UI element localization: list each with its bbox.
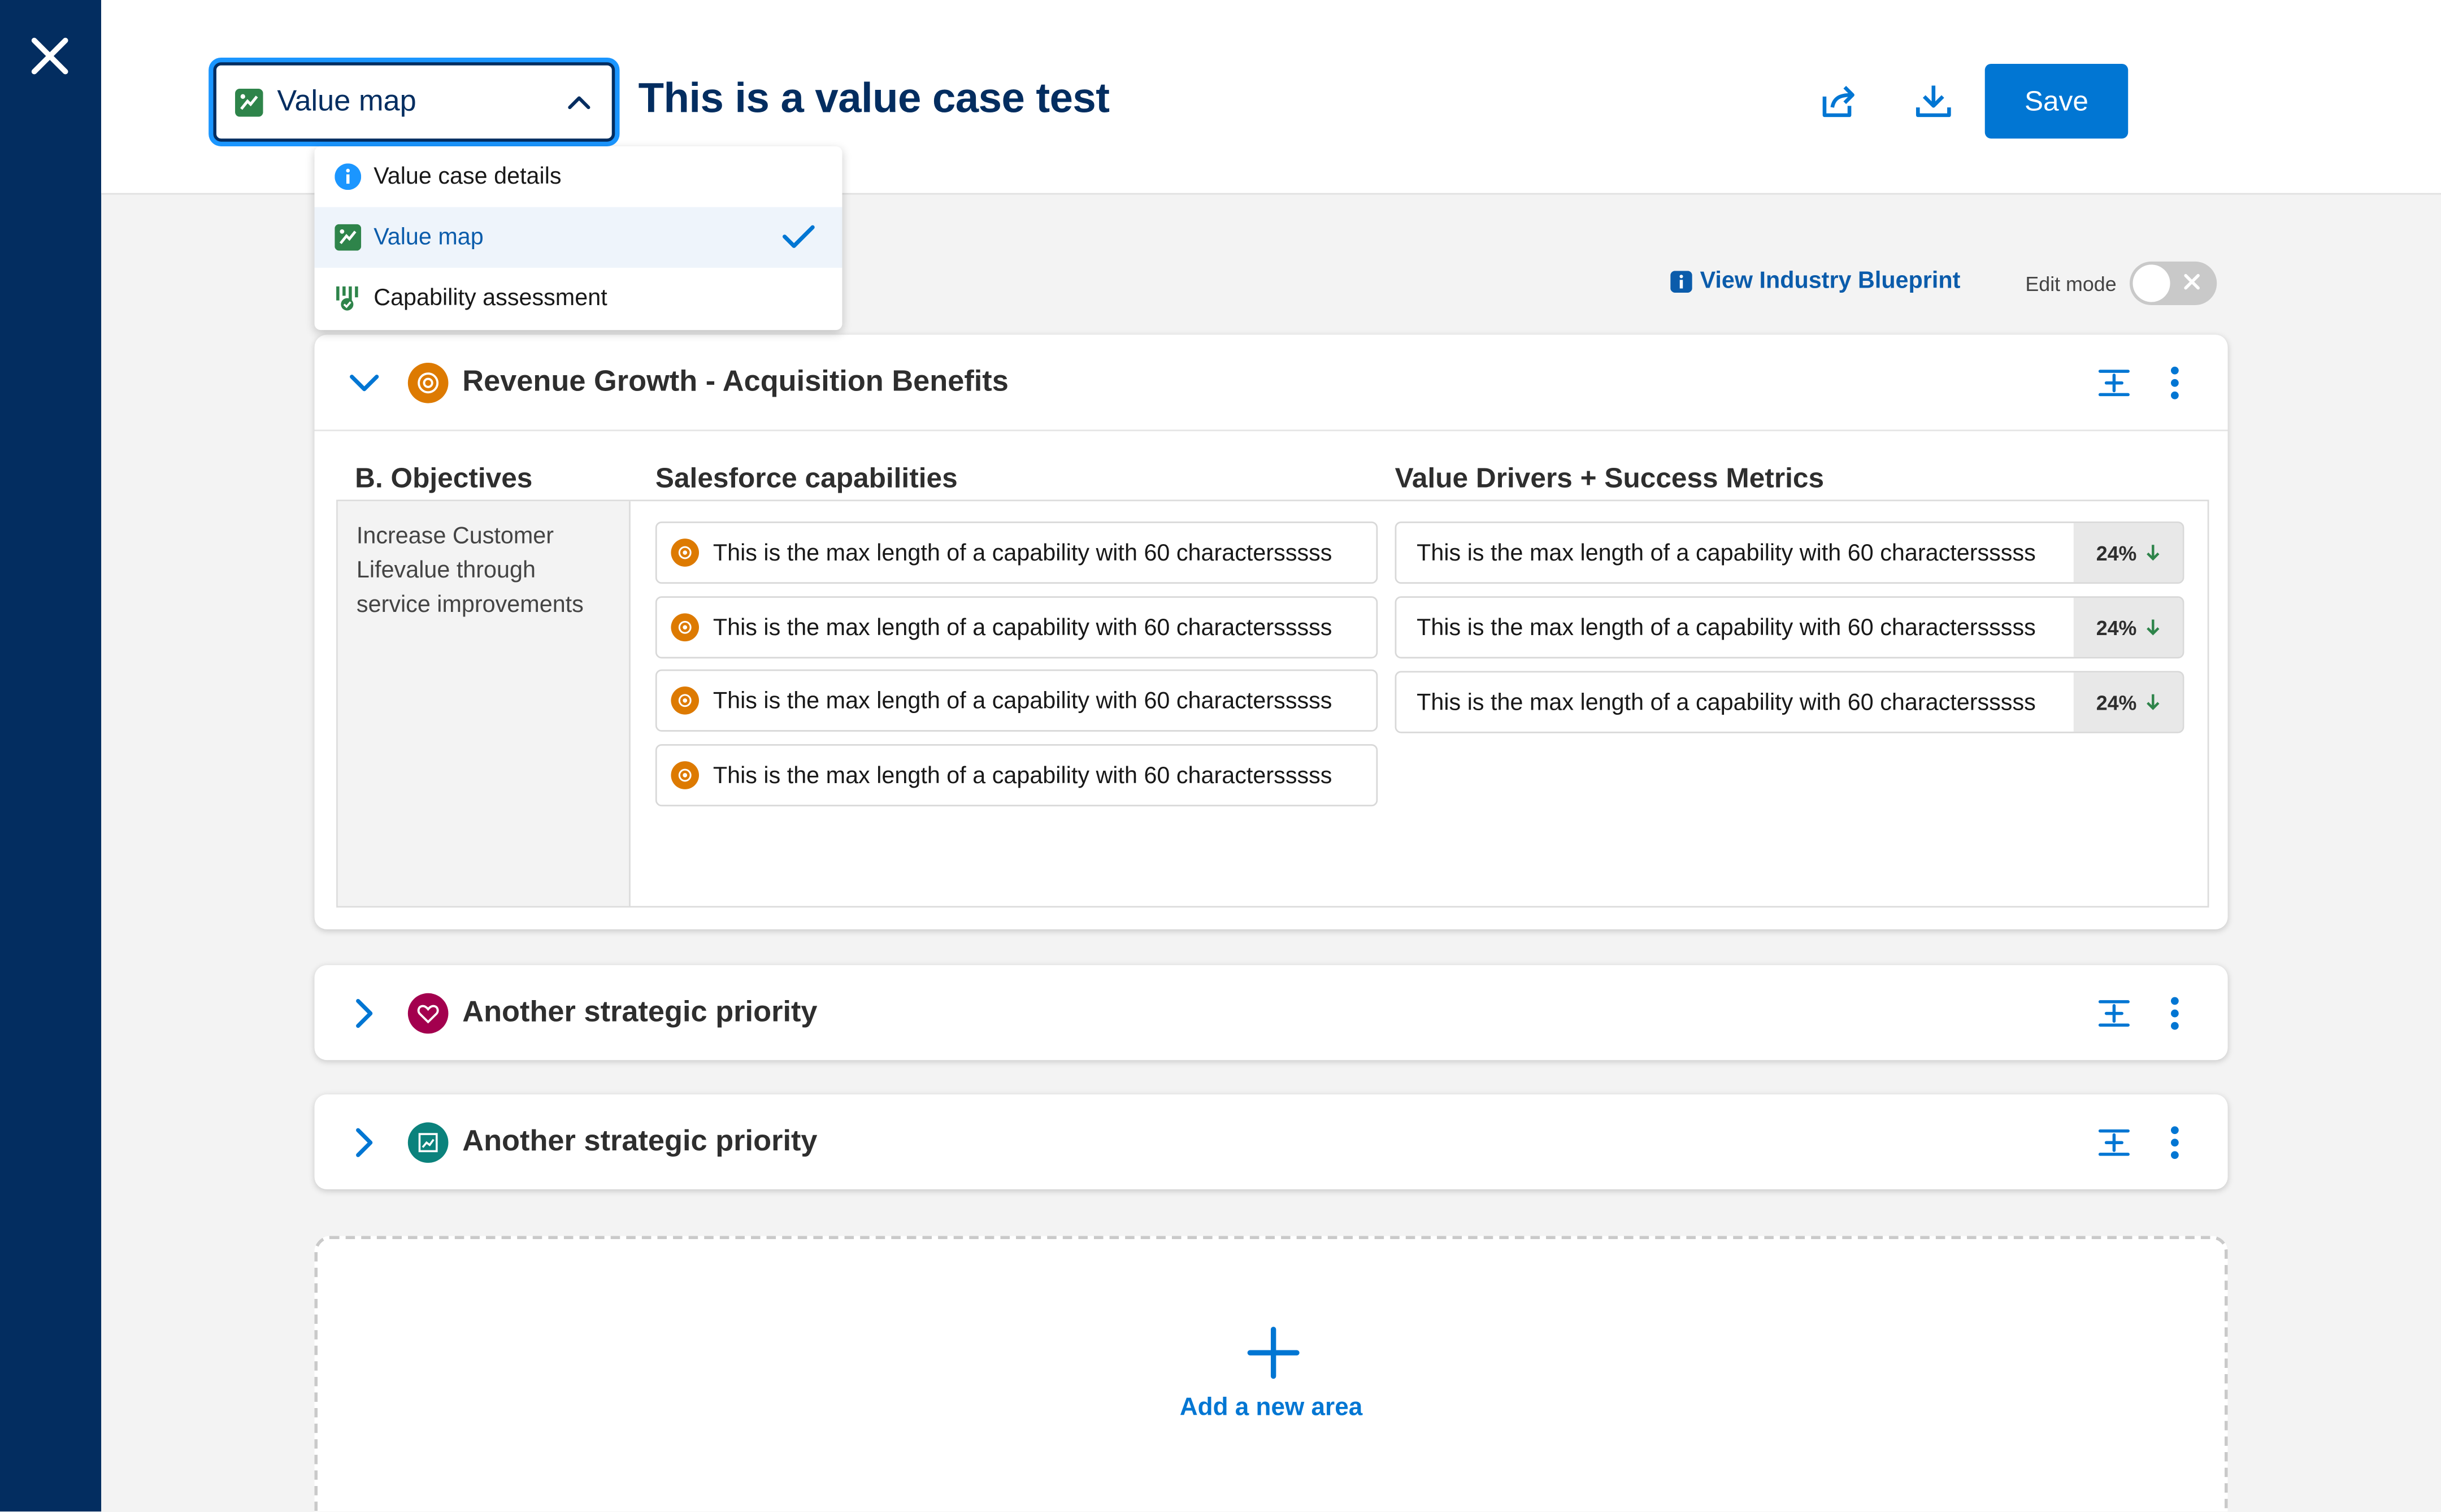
view-selector[interactable]: Value map [213, 62, 615, 142]
chart-icon [407, 1122, 449, 1162]
priority-card-header: Another strategic priority [315, 1094, 2228, 1189]
capability-text: This is the max length of a capability w… [713, 539, 1332, 566]
capabilities-header: Salesforce capabilities [655, 462, 958, 494]
close-icon[interactable] [22, 28, 78, 84]
success-metric: 24% [2073, 523, 2183, 583]
capability-item[interactable]: This is the max length of a capability w… [655, 596, 1378, 659]
metric-value: 24% [2096, 615, 2137, 639]
priority-card-header: Another strategic priority [315, 965, 2228, 1060]
success-metric: 24% [2073, 597, 2183, 657]
more-icon[interactable] [2161, 1123, 2189, 1161]
metric-value: 24% [2096, 541, 2137, 564]
value-driver-text: This is the max length of a capability w… [1417, 614, 2036, 641]
blueprint-link-label: View Industry Blueprint [1700, 267, 1961, 294]
priority-card: Another strategic priority [314, 965, 2228, 1061]
value-driver-text: This is the max length of a capability w… [1417, 539, 2036, 566]
value-map-grid: Increase Customer Lifevalue through serv… [336, 499, 2209, 908]
more-icon[interactable] [2161, 994, 2189, 1031]
more-icon[interactable] [2161, 363, 2189, 401]
app-stage: Value map This is a value case test Save… [0, 0, 2441, 1512]
view-industry-blueprint-link[interactable]: View Industry Blueprint [1670, 268, 1960, 294]
priority-card-header: Revenue Growth - Acquisition Benefits [315, 334, 2228, 429]
chevron-right-icon[interactable] [346, 1123, 383, 1161]
plus-icon [1247, 1327, 1300, 1379]
success-metric: 24% [2073, 672, 2183, 732]
value-driver-item[interactable]: This is the max length of a capability w… [1395, 521, 2184, 584]
priority-card: Another strategic priority [314, 1094, 2228, 1189]
objectives-header: B. Objectives [355, 462, 533, 494]
arrow-down-icon [2145, 545, 2159, 561]
page-title: This is a value case test [638, 75, 1110, 121]
capability-text: This is the max length of a capability w… [713, 762, 1332, 789]
menu-item-value-map[interactable]: Value map [314, 207, 842, 268]
arrow-down-icon [2145, 619, 2159, 636]
drivers-header: Value Drivers + Success Metrics [1395, 462, 1825, 494]
divider [314, 429, 2228, 432]
menu-item-label: Value map [373, 224, 484, 251]
value-driver-item[interactable]: This is the max length of a capability w… [1395, 671, 2184, 733]
add-new-area-button[interactable]: Add a new area [314, 1236, 2228, 1512]
view-selector-label: Value map [277, 85, 416, 118]
chevron-right-icon[interactable] [346, 994, 383, 1031]
capability-text: This is the max length of a capability w… [713, 614, 1332, 641]
capability-icon [671, 538, 700, 567]
objective-text: Increase Customer Lifevalue through serv… [356, 523, 584, 618]
chevron-down-icon[interactable] [346, 363, 383, 401]
close-icon [2184, 273, 2200, 290]
menu-item-value-case-details[interactable]: Value case details [315, 146, 842, 207]
capability-item[interactable]: This is the max length of a capability w… [655, 521, 1378, 584]
capability-item[interactable]: This is the max length of a capability w… [655, 669, 1378, 732]
value-map-icon [335, 224, 362, 251]
capability-text: This is the max length of a capability w… [713, 687, 1332, 714]
capability-item[interactable]: This is the max length of a capability w… [655, 744, 1378, 807]
objective-cell: Increase Customer Lifevalue through serv… [337, 501, 631, 906]
expand-rows-icon[interactable] [2095, 363, 2132, 401]
left-rail [0, 0, 102, 1512]
priority-title: Another strategic priority [462, 995, 818, 1028]
revenue-icon [407, 362, 449, 403]
menu-item-capability-assessment[interactable]: Capability assessment [315, 268, 842, 328]
priority-title: Another strategic priority [462, 1124, 818, 1158]
toggle-knob [2132, 264, 2170, 302]
edit-mode-toggle[interactable] [2129, 261, 2217, 305]
priority-title: Revenue Growth - Acquisition Benefits [462, 365, 1009, 398]
value-driver-item[interactable]: This is the max length of a capability w… [1395, 596, 2184, 659]
download-icon[interactable] [1907, 75, 1960, 128]
expand-rows-icon[interactable] [2095, 1123, 2132, 1161]
arrow-down-icon [2145, 694, 2159, 710]
info-icon [1670, 270, 1692, 292]
check-icon [782, 225, 815, 248]
chevron-up-icon [568, 95, 590, 108]
value-map-icon [235, 88, 263, 116]
capability-icon [671, 613, 700, 642]
share-icon[interactable] [1812, 75, 1865, 128]
capability-icon [671, 686, 700, 715]
heart-icon [407, 992, 449, 1033]
expand-rows-icon[interactable] [2095, 994, 2132, 1031]
menu-item-label: Capability assessment [373, 285, 607, 312]
add-new-area-label: Add a new area [1179, 1394, 1363, 1422]
view-dropdown-menu: Value case details Value map Capability … [314, 146, 842, 331]
capability-assessment-icon [336, 286, 358, 311]
save-button[interactable]: Save [1984, 63, 2129, 139]
metric-value: 24% [2096, 690, 2137, 714]
info-icon [335, 163, 362, 190]
priority-card: Revenue Growth - Acquisition Benefits B.… [314, 334, 2228, 929]
value-driver-text: This is the max length of a capability w… [1417, 689, 2036, 715]
capability-icon [671, 761, 700, 789]
edit-mode-label: Edit mode [2025, 272, 2117, 296]
menu-item-label: Value case details [373, 163, 562, 190]
